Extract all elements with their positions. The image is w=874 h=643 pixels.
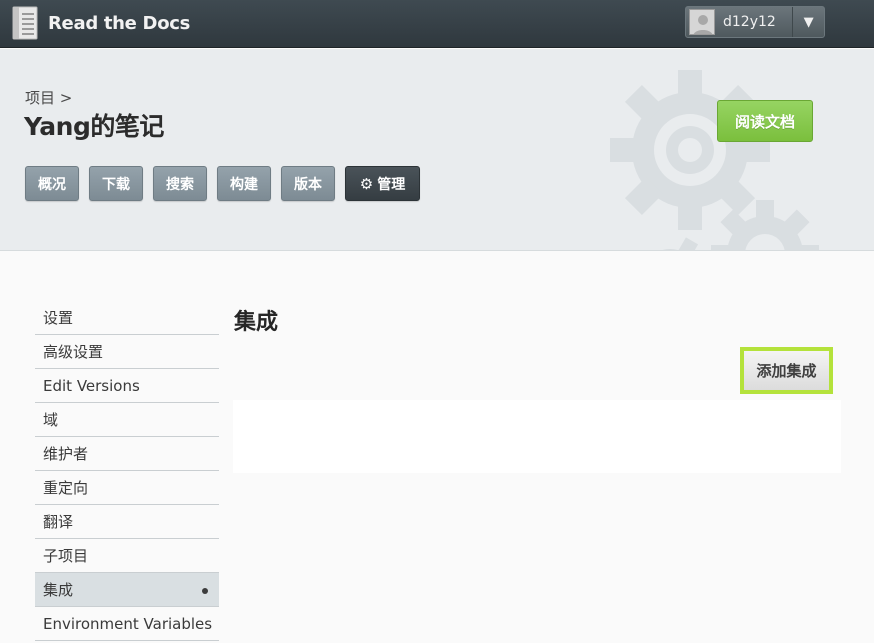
sidebar-item-domains[interactable]: 域 — [35, 403, 219, 437]
sidebar-item-label: Edit Versions — [43, 376, 140, 395]
sidebar-item-advanced-settings[interactable]: 高级设置 — [35, 335, 219, 369]
sidebar-item-environment-variables[interactable]: Environment Variables — [35, 607, 219, 641]
sidebar-item-label: 重定向 — [43, 479, 89, 497]
sidebar-item-settings[interactable]: 设置 — [35, 301, 219, 335]
integrations-list — [233, 400, 841, 473]
brand-link[interactable]: Read the Docs — [12, 6, 190, 40]
book-logo-icon — [12, 6, 38, 40]
tab-downloads[interactable]: 下载 — [89, 166, 143, 201]
top-bar: Read the Docs d12y12 ▼ — [0, 0, 874, 48]
project-title: Yang的笔记 — [24, 112, 164, 141]
sidebar-item-redirects[interactable]: 重定向 — [35, 471, 219, 505]
sidebar-item-edit-versions[interactable]: Edit Versions — [35, 369, 219, 403]
sidebar-item-integrations[interactable]: 集成 — [35, 573, 219, 607]
user-avatar-icon — [690, 10, 714, 34]
avatar — [689, 9, 715, 35]
tab-overview[interactable]: 概况 — [25, 166, 79, 201]
active-bullet-icon — [202, 588, 208, 594]
user-dropdown-toggle[interactable]: ▼ — [793, 7, 824, 37]
section-title: 集成 — [234, 310, 279, 335]
sidebar-item-label: 维护者 — [43, 445, 89, 463]
sidebar-item-label: 翻译 — [43, 513, 74, 531]
sidebar-item-label: 设置 — [43, 309, 74, 327]
gear-icon: ⚙ — [359, 174, 374, 193]
read-docs-button[interactable]: 阅读文档 — [717, 100, 813, 142]
tab-builds[interactable]: 构建 — [217, 166, 271, 201]
sidebar-item-label: Environment Variables — [43, 614, 213, 633]
sidebar-item-label: 子项目 — [43, 547, 89, 565]
add-integration-button[interactable]: 添加集成 — [740, 347, 833, 394]
sidebar-item-label: 域 — [43, 411, 59, 429]
caret-down-icon: ▼ — [803, 14, 814, 30]
gears-decoration-icon — [610, 70, 819, 250]
sidebar-item-label: 集成 — [43, 581, 74, 599]
username: d12y12 — [723, 14, 776, 30]
tab-admin[interactable]: ⚙ 管理 — [345, 166, 420, 201]
breadcrumb[interactable]: 项目 > — [25, 87, 72, 108]
tab-versions[interactable]: 版本 — [281, 166, 335, 201]
user-menu-button[interactable]: d12y12 — [686, 7, 794, 37]
tab-admin-label: 管理 — [377, 176, 406, 193]
sidebar-item-subprojects[interactable]: 子项目 — [35, 539, 219, 573]
sidebar-item-maintainers[interactable]: 维护者 — [35, 437, 219, 471]
project-header: 项目 > Yang的笔记 阅读文档 概况 下载 搜索 构建 版本 ⚙ 管理 — [0, 49, 874, 251]
admin-sidebar: 设置 高级设置 Edit Versions 域 维护者 重定向 翻译 子项目 集… — [35, 301, 219, 641]
brand-name: Read the Docs — [48, 12, 191, 34]
sidebar-item-label: 高级设置 — [43, 343, 104, 361]
user-menu[interactable]: d12y12 ▼ — [685, 6, 825, 38]
sidebar-item-translations[interactable]: 翻译 — [35, 505, 219, 539]
tab-search[interactable]: 搜索 — [153, 166, 207, 201]
